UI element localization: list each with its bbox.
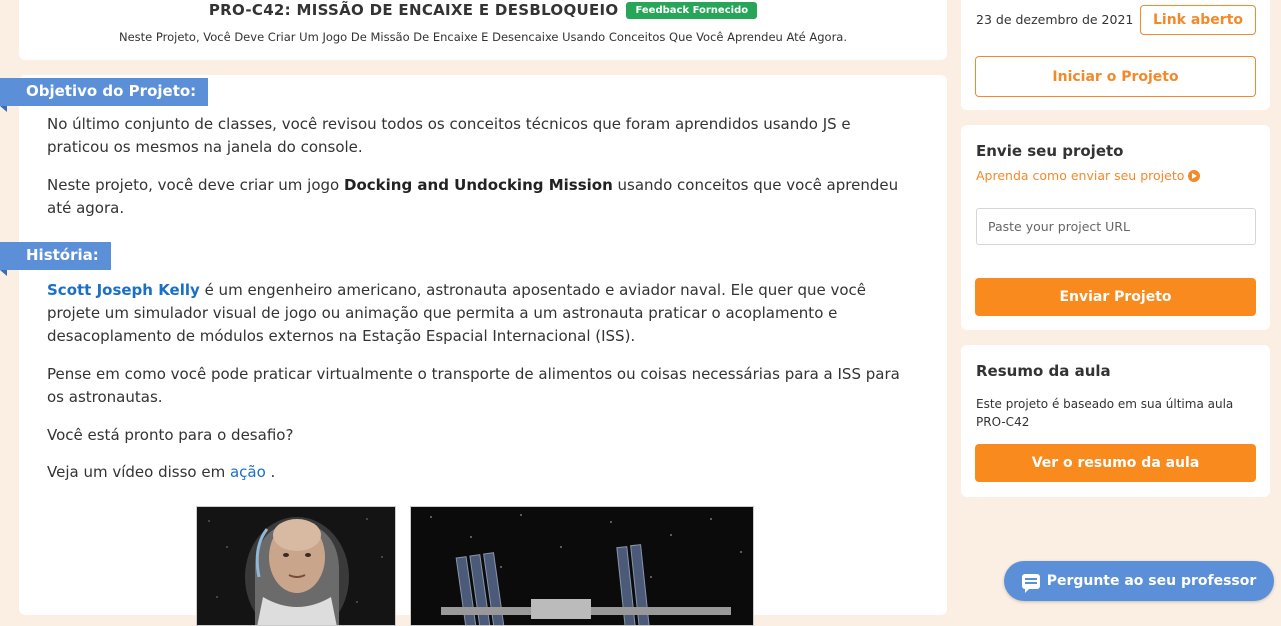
objective-paragraph-2: Neste projeto, você deve criar um jogo D… xyxy=(47,174,907,220)
start-project-button[interactable]: Iniciar o Projeto xyxy=(975,56,1256,97)
how-to-submit-link[interactable]: Aprenda como enviar seu projeto xyxy=(976,168,1201,183)
ask-teacher-label: Pergunte ao seu professor xyxy=(1046,573,1257,589)
header-title-row: PRO-C42: MISSÃO DE ENCAIXE E DESBLOQUEIO… xyxy=(19,1,947,19)
lesson-summary-card: Resumo da aula Este projeto é baseado em… xyxy=(961,345,1270,497)
objective-paragraph-1: No último conjunto de classes, você revi… xyxy=(47,115,851,156)
chat-icon xyxy=(1021,573,1040,593)
page-subtitle: Neste Projeto, Você Deve Criar Um Jogo D… xyxy=(118,30,848,44)
submit-heading: Envie seu projeto xyxy=(976,142,1124,160)
ask-teacher-button[interactable]: Pergunte ao seu professor xyxy=(1004,561,1274,601)
astronaut-image xyxy=(196,506,396,626)
page-title: PRO-C42: MISSÃO DE ENCAIXE E DESBLOQUEIO xyxy=(208,1,619,19)
link-open-button[interactable]: Link aberto xyxy=(1140,5,1256,35)
story-paragraph-4: Veja um vídeo disso em ação . xyxy=(47,461,907,484)
story-p4-text-end: . xyxy=(265,463,276,481)
story-paragraph-2: Pense em como você pode praticar virtual… xyxy=(47,365,900,406)
objective-p2-text-start: Neste projeto, você deve criar um jogo xyxy=(47,176,344,194)
play-icon xyxy=(1188,169,1201,182)
summary-heading: Resumo da aula xyxy=(976,362,1111,380)
scott-kelly-link[interactable]: Scott Joseph Kelly xyxy=(47,281,200,299)
story-paragraph-3: Você está pronto para o desafio? xyxy=(47,426,294,444)
project-header: PRO-C42: MISSÃO DE ENCAIXE E DESBLOQUEIO… xyxy=(19,0,947,60)
story-p4-text-start: Veja um vídeo disso em xyxy=(47,463,230,481)
project-actions-card: 23 de dezembro de 2021 Link aberto Inici… xyxy=(961,0,1270,110)
story-paragraph-1: Scott Joseph Kelly é um engenheiro ameri… xyxy=(47,279,907,348)
section-tag-objective: Objetivo do Projeto: xyxy=(0,78,209,112)
iss-image xyxy=(410,506,754,626)
summary-text: Este projeto é baseado em sua última aul… xyxy=(976,397,1234,429)
project-url-input[interactable] xyxy=(976,208,1256,245)
project-content: Objetivo do Projeto: No último conjunto … xyxy=(0,75,947,626)
video-action-link[interactable]: ação xyxy=(230,463,266,481)
submit-project-button[interactable]: Enviar Projeto xyxy=(975,278,1256,316)
submit-project-card: Envie seu projeto Aprenda como enviar se… xyxy=(961,125,1270,330)
section-tag-story: História: xyxy=(0,242,111,276)
feedback-status-badge: Feedback Fornecido xyxy=(626,1,758,19)
how-to-submit-label: Aprenda como enviar seu projeto xyxy=(976,168,1185,183)
project-date: 23 de dezembro de 2021 xyxy=(976,12,1134,27)
view-summary-button[interactable]: Ver o resumo da aula xyxy=(975,444,1256,482)
objective-game-name: Docking and Undocking Mission xyxy=(344,176,613,194)
